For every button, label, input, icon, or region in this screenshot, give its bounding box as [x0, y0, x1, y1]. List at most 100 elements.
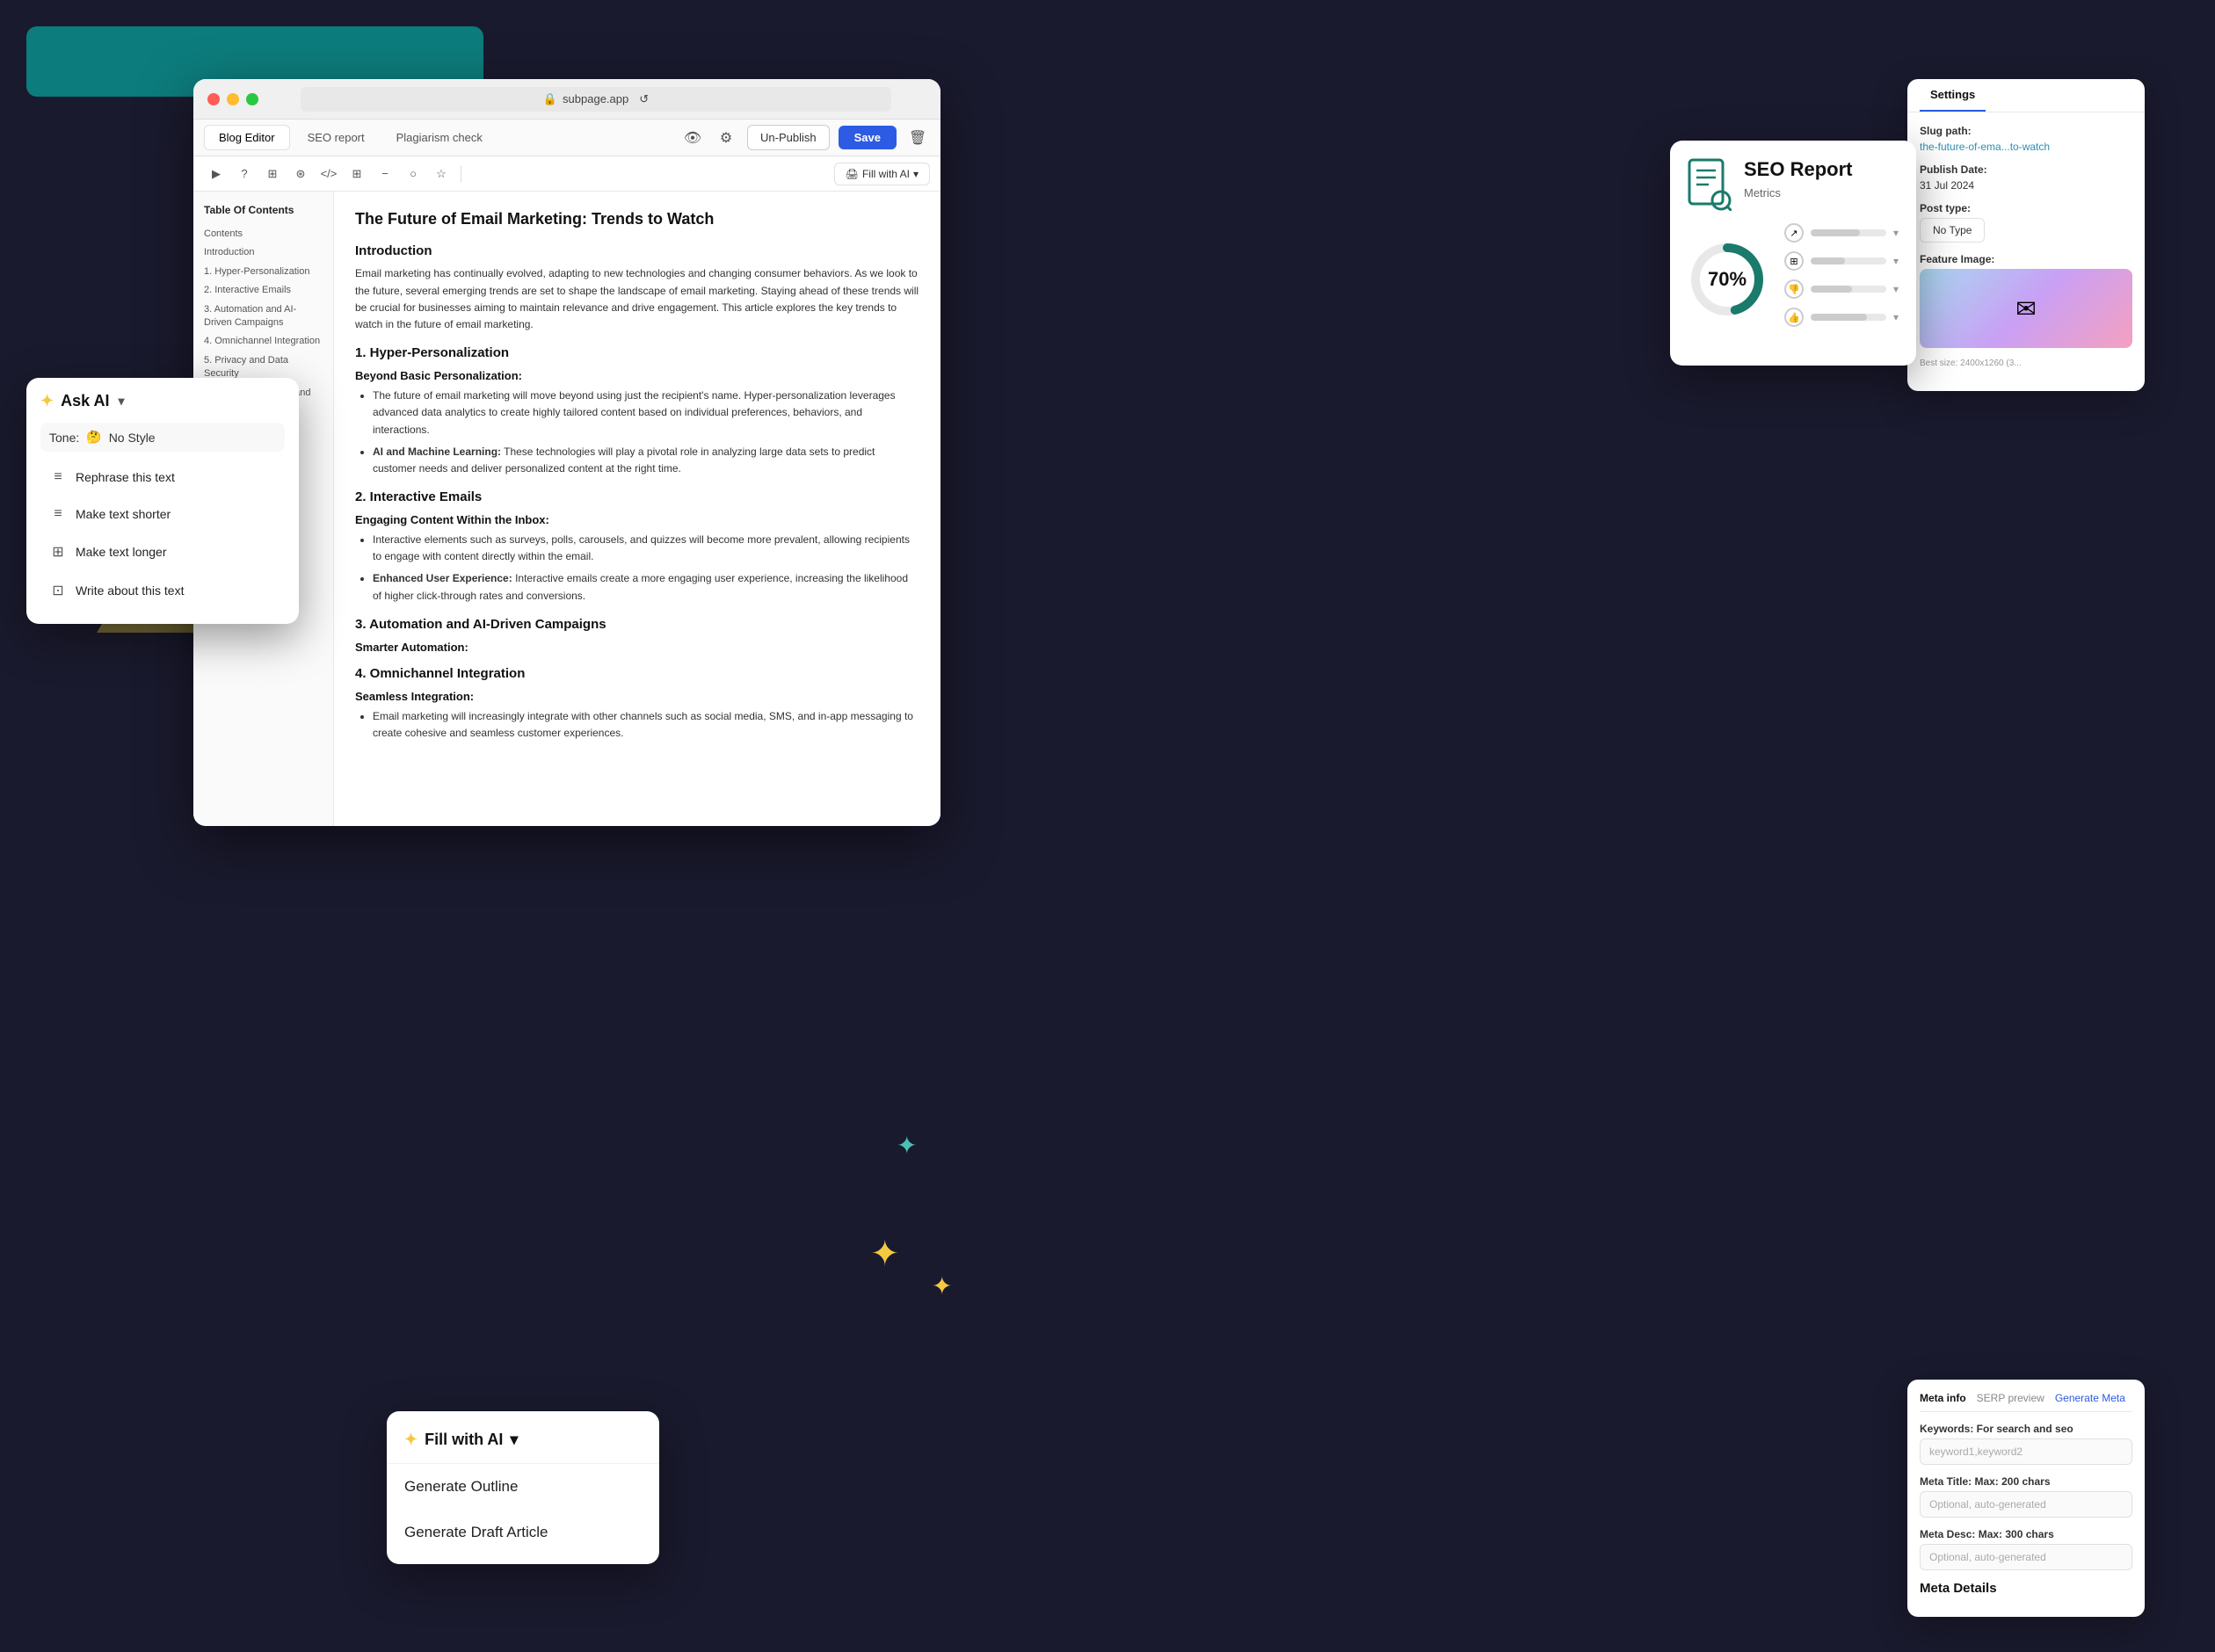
seo-metric-row-3: 👎 ▾	[1784, 279, 1899, 299]
toc-item-1[interactable]: 1. Hyper-Personalization	[204, 263, 323, 281]
rephrase-icon: ≡	[49, 469, 67, 485]
meta-tab-generate[interactable]: Generate Meta	[2055, 1392, 2125, 1404]
tab-settings[interactable]: Settings	[1920, 79, 1986, 112]
image-placeholder-icon: ✉	[2015, 294, 2036, 323]
seo-gauge: 70%	[1688, 240, 1767, 319]
toolbar-circle-icon[interactable]: ○	[401, 162, 425, 186]
seo-chevron-4[interactable]: ▾	[1893, 311, 1899, 323]
fill-ai-dropdown: ✦ Fill with AI ▾ Generate Outline Genera…	[387, 1411, 659, 1564]
toc-item-introduction[interactable]: Introduction	[204, 243, 323, 262]
publish-date-label: Publish Date:	[1920, 163, 2132, 176]
toc-title: Table Of Contents	[204, 204, 323, 216]
toolbar-image-icon[interactable]: ⊞	[260, 162, 285, 186]
toc-item-2[interactable]: 2. Interactive Emails	[204, 281, 323, 300]
meta-details-heading: Meta Details	[1920, 1581, 2132, 1596]
seo-chevron-1[interactable]: ▾	[1893, 227, 1899, 239]
toc-item-3[interactable]: 3. Automation and AI-Driven Campaigns	[204, 301, 323, 333]
toc-item-contents[interactable]: Contents	[204, 225, 323, 243]
toolbar-minus-icon[interactable]: −	[373, 162, 397, 186]
ai-option-longer[interactable]: ⊞ Make text longer	[40, 533, 285, 571]
bullets-1: The future of email marketing will move …	[373, 388, 919, 477]
ask-ai-sparkle-icon: ✦	[40, 392, 54, 410]
tone-label: Tone:	[49, 431, 79, 445]
ai-option-write[interactable]: ⊡ Write about this text	[40, 571, 285, 610]
editor-main[interactable]: The Future of Email Marketing: Trends to…	[334, 192, 940, 826]
write-icon: ⊡	[49, 582, 67, 599]
settings-panel: Settings Slug path: the-future-of-ema...…	[1907, 79, 2145, 391]
section-heading-2: 2. Interactive Emails	[355, 489, 919, 504]
sparkle-icon-4: ✦	[932, 1272, 952, 1301]
toolbar-help-icon[interactable]: ?	[232, 162, 257, 186]
fill-ai-chevron: ▾	[913, 168, 919, 180]
tone-emoji: 🤔	[86, 430, 101, 445]
subsection-heading-2: Engaging Content Within the Inbox:	[355, 513, 919, 526]
sparkle-icon-3: ✦	[870, 1234, 900, 1274]
seo-score: 70%	[1708, 268, 1747, 291]
longer-icon: ⊞	[49, 543, 67, 561]
meta-tab-serp[interactable]: SERP preview	[1977, 1392, 2044, 1404]
meta-desc-input[interactable]	[1920, 1544, 2132, 1570]
feature-image-label: Feature Image:	[1920, 253, 2132, 265]
save-button[interactable]: Save	[839, 126, 897, 149]
seo-card-header: SEO Report Metrics	[1688, 158, 1899, 211]
seo-report-card: SEO Report Metrics 70% ↗ ▾ ⊞	[1670, 141, 1916, 366]
tab-plagiarism[interactable]: Plagiarism check	[382, 126, 497, 149]
refresh-icon[interactable]: ↺	[639, 92, 649, 106]
fill-ai-generate-draft[interactable]: Generate Draft Article	[387, 1510, 659, 1555]
address-bar[interactable]: 🔒 subpage.app ↺	[301, 87, 891, 112]
window-close-dot[interactable]	[207, 93, 220, 105]
bullet-2-0: Interactive elements such as surveys, po…	[373, 532, 919, 565]
seo-metric-rows: ↗ ▾ ⊞ ▾ 👎 ▾ 👍	[1784, 223, 1899, 336]
seo-metric-bar-4	[1811, 314, 1886, 321]
toolbar-star-icon[interactable]: ☆	[429, 162, 454, 186]
toolbar-table-icon[interactable]: ⊞	[345, 162, 369, 186]
eye-icon[interactable]: 👁	[680, 126, 705, 150]
seo-chevron-2[interactable]: ▾	[1893, 255, 1899, 267]
post-type-button[interactable]: No Type	[1920, 218, 1985, 243]
tab-seo-report[interactable]: SEO report	[294, 126, 379, 149]
unpublish-button[interactable]: Un-Publish	[747, 125, 830, 150]
ai-option-shorter[interactable]: ≡ Make text shorter	[40, 496, 285, 533]
teal-sparkle-icon: ✦	[897, 1131, 917, 1160]
slug-value: the-future-of-ema...to-watch	[1920, 141, 2132, 153]
seo-chevron-3[interactable]: ▾	[1893, 283, 1899, 295]
toolbar-code-icon[interactable]: </>	[316, 162, 341, 186]
section-heading-4: 4. Omnichannel Integration	[355, 666, 919, 681]
image-hint: Best size: 2400x1260 (3...	[1920, 359, 2132, 368]
fill-ai-label: Fill with AI	[862, 168, 910, 180]
fill-ai-button[interactable]: 🖨 Fill with AI ▾	[834, 163, 930, 185]
seo-metric-bar-2	[1811, 257, 1886, 264]
keywords-input[interactable]	[1920, 1438, 2132, 1465]
bullet-2-1: Enhanced User Experience: Interactive em…	[373, 570, 919, 604]
longer-label: Make text longer	[76, 545, 167, 559]
section-heading-1: 1. Hyper-Personalization	[355, 345, 919, 360]
slug-label: Slug path:	[1920, 125, 2132, 137]
ask-ai-chevron-icon[interactable]: ▾	[118, 394, 124, 409]
toolbar-link-icon[interactable]: ⊛	[288, 162, 313, 186]
fill-ai-generate-outline[interactable]: Generate Outline	[387, 1464, 659, 1510]
seo-report-title: SEO Report	[1744, 158, 1852, 181]
settings-body: Slug path: the-future-of-ema...to-watch …	[1907, 112, 2145, 391]
ai-tone-row[interactable]: Tone: 🤔 No Style	[40, 423, 285, 452]
document-title: The Future of Email Marketing: Trends to…	[355, 209, 919, 229]
printer-icon: 🖨	[846, 168, 859, 180]
settings-icon[interactable]: ⚙	[714, 126, 738, 150]
bullets-4: Email marketing will increasingly integr…	[373, 708, 919, 742]
seo-metric-icon-4: 👍	[1784, 308, 1804, 327]
tab-blog-editor[interactable]: Blog Editor	[204, 125, 290, 150]
meta-tab-info[interactable]: Meta info	[1920, 1392, 1966, 1404]
toc-item-4[interactable]: 4. Omnichannel Integration	[204, 332, 323, 351]
seo-metric-row-1: ↗ ▾	[1784, 223, 1899, 243]
seo-gauge-row: 70% ↗ ▾ ⊞ ▾ 👎 ▾	[1688, 223, 1899, 336]
post-type-label: Post type:	[1920, 202, 2132, 214]
window-maximize-dot[interactable]	[246, 93, 258, 105]
ai-option-rephrase[interactable]: ≡ Rephrase this text	[40, 459, 285, 496]
feature-image-area[interactable]: ✉	[1920, 269, 2132, 348]
bullet-1-1: AI and Machine Learning: These technolog…	[373, 444, 919, 477]
shorter-label: Make text shorter	[76, 507, 171, 521]
bullet-4-0: Email marketing will increasingly integr…	[373, 708, 919, 742]
delete-icon[interactable]: 🗑	[905, 126, 930, 150]
toolbar-video-icon[interactable]: ▶	[204, 162, 229, 186]
window-minimize-dot[interactable]	[227, 93, 239, 105]
meta-title-input[interactable]	[1920, 1491, 2132, 1518]
